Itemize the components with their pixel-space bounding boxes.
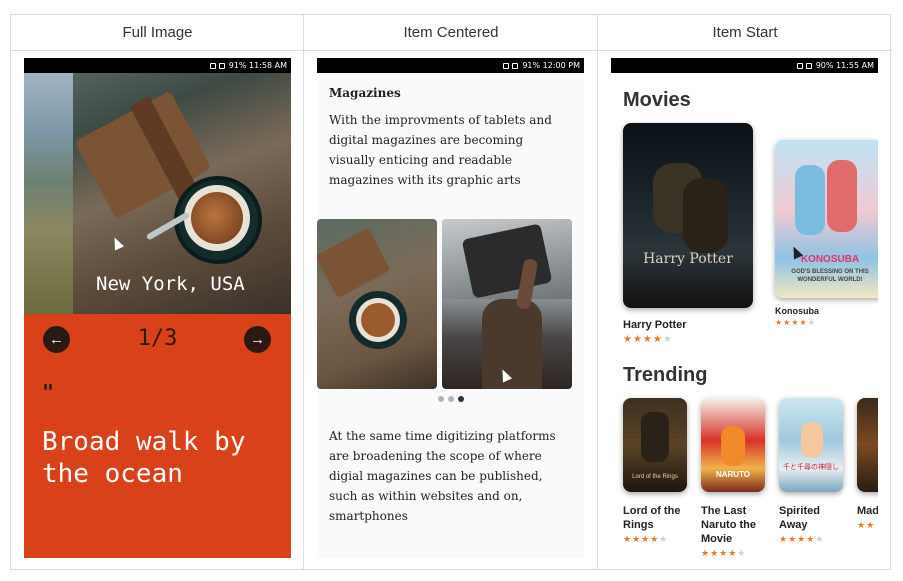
pagination-dot[interactable]: [447, 396, 454, 402]
pagination-dot-active[interactable]: [457, 396, 464, 402]
carousel-pagination: [317, 396, 584, 402]
caption-panel: ← 1/3 → " Broad walk by the ocean: [24, 314, 291, 558]
carousel-image-previous[interactable]: [24, 73, 73, 314]
poster-title: NARUTO: [715, 470, 751, 479]
header-full-image: Full Image: [11, 15, 304, 51]
rating-stars: ★★★★★: [623, 534, 669, 544]
poster-title: Lord of the Rings: [632, 474, 678, 480]
column-divider: [597, 15, 598, 569]
movie-title: Konosuba: [775, 306, 819, 316]
rating-stars: ★★★★★: [701, 548, 747, 558]
poster-title: 千と千尋の神隠し: [783, 464, 839, 471]
movie-poster-naruto[interactable]: NARUTO: [701, 398, 765, 492]
pagination-dot[interactable]: [437, 396, 444, 402]
movie-title: Spirited Away: [779, 505, 820, 531]
slide-caption: Broad walk by the ocean: [42, 427, 246, 489]
image-caption-city: New York, USA: [96, 273, 245, 295]
header-item-centered: Item Centered: [304, 15, 598, 51]
article-title: Magazines: [329, 86, 401, 100]
movie-title: The Last Naruto the Movie: [701, 505, 756, 545]
section-title-trending: Trending: [623, 364, 708, 386]
movie-poster-konosuba[interactable]: KONOSUBA GOD'S BLESSING ON THIS WONDERFU…: [775, 140, 878, 298]
article-paragraph-2: At the same time digitizing platforms ar…: [329, 429, 556, 523]
carousel-item-photographer[interactable]: [442, 219, 572, 389]
phone-full-image: 91% 11:58 AM New York, USA ← 1/3 → " Bro…: [24, 58, 291, 558]
status-text: 91% 11:58 AM: [228, 61, 287, 70]
movie-poster-partial[interactable]: [857, 398, 878, 492]
poster-subtitle: GOD'S BLESSING ON THIS WONDERFUL WORLD!: [791, 269, 869, 283]
rating-stars: ★★★★★: [775, 318, 816, 327]
status-bar: 91% 11:58 AM: [24, 58, 291, 73]
quote-mark: ": [42, 380, 55, 404]
status-bar: 91% 12:00 PM: [317, 58, 584, 73]
status-icons: [796, 62, 812, 69]
rating-stars: ★★★★★: [623, 334, 673, 345]
carousel-item-coffee[interactable]: [317, 219, 437, 389]
poster-title: Harry Potter: [643, 251, 733, 267]
status-text: 90% 11:55 AM: [815, 61, 874, 70]
phone-item-centered: 91% 12:00 PM Magazines With the improvme…: [317, 58, 584, 558]
header-item-start: Item Start: [598, 15, 892, 51]
movie-title: Harry Potter: [623, 319, 687, 331]
movie-title: Lord of the Rings: [623, 505, 681, 531]
image-coffee: [191, 192, 243, 244]
movie-poster-spirited-away[interactable]: 千と千尋の神隠し: [779, 398, 843, 492]
comparison-frame: Full Image Item Centered Item Start 91% …: [10, 14, 892, 570]
arrow-right-icon[interactable]: →: [244, 326, 271, 353]
movie-poster-lotr[interactable]: Lord of the Rings: [623, 398, 687, 492]
status-text: 91% 12:00 PM: [522, 61, 580, 70]
movie-poster-harry-potter[interactable]: Harry Potter: [623, 123, 753, 308]
section-title-movies: Movies: [623, 89, 691, 111]
phone-item-start: 90% 11:55 AM Movies Harry Potter Harry P…: [611, 58, 878, 558]
rating-stars: ★★★★★: [779, 534, 825, 544]
column-divider: [303, 15, 304, 569]
movie-title: Mad: [857, 505, 878, 517]
article-paragraph-1: With the improvments of tablets and digi…: [329, 113, 552, 187]
carousel-image-coffee[interactable]: New York, USA: [24, 73, 291, 314]
rating-stars: ★★: [857, 520, 876, 530]
status-icons: [209, 62, 225, 69]
status-icons: [503, 62, 519, 69]
status-bar: 90% 11:55 AM: [611, 58, 878, 73]
